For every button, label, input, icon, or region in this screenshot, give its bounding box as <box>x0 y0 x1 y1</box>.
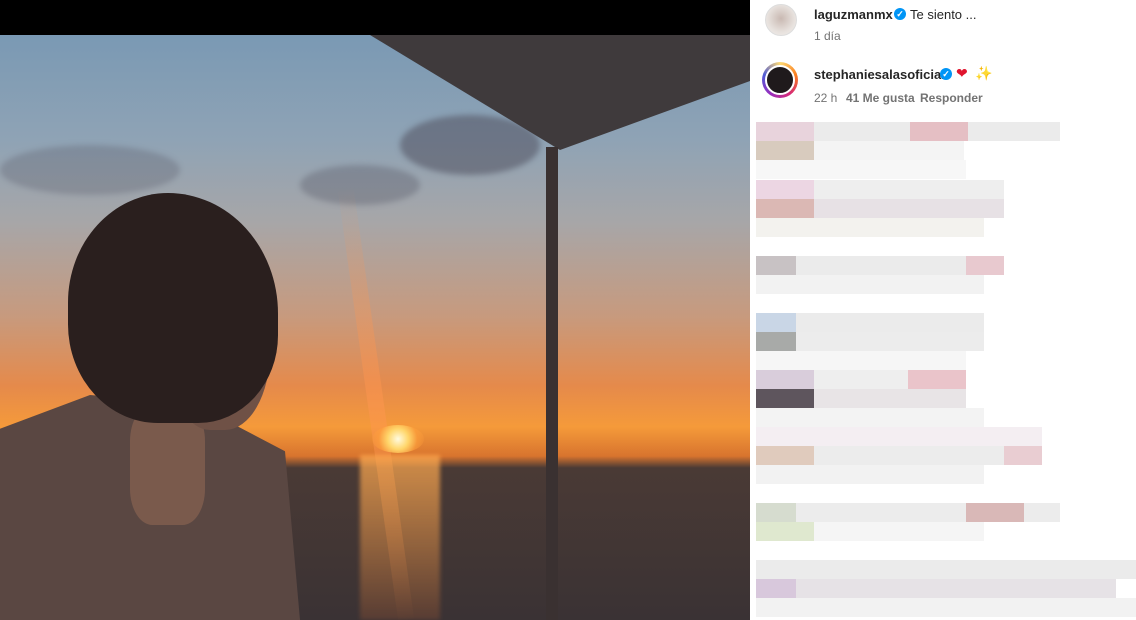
comment-2: stephaniesalasoficial ✓ ❤ ✨ 22 h 41 Me g… <box>750 55 1136 110</box>
blurred-row <box>966 256 1004 275</box>
blurred-row <box>910 122 968 141</box>
blurred-row <box>756 522 814 541</box>
sun <box>372 425 424 453</box>
comment-1: laguzmanmx ✓ Te siento ... 1 día <box>750 0 1136 50</box>
blurred-row <box>756 465 984 484</box>
blurred-row <box>756 503 796 522</box>
blurred-row <box>756 351 966 370</box>
blurred-row <box>966 503 1024 522</box>
blurred-row <box>756 332 796 351</box>
blurred-row <box>756 408 984 427</box>
comment-username[interactable]: stephaniesalasoficial <box>814 67 945 82</box>
verified-icon: ✓ <box>894 8 906 20</box>
post-photo-pane <box>0 0 750 620</box>
cloud <box>0 145 180 195</box>
avatar[interactable] <box>765 4 797 36</box>
post-photo <box>0 35 750 620</box>
blurred-row <box>756 446 814 465</box>
canopy-pole <box>546 147 558 620</box>
comment-username[interactable]: laguzmanmx <box>814 7 893 22</box>
blurred-row <box>756 141 814 160</box>
person-hair <box>68 193 278 423</box>
blurred-row <box>1004 446 1042 465</box>
blurred-row <box>756 560 1136 579</box>
comment-time: 1 día <box>814 29 841 43</box>
blurred-row <box>756 256 796 275</box>
blurred-row <box>756 313 796 332</box>
blurred-row <box>756 427 1042 446</box>
comment-time: 22 h <box>814 91 838 105</box>
sparkles-icon: ✨ <box>975 65 993 81</box>
reply-button[interactable]: Responder <box>920 91 983 105</box>
blurred-row <box>756 122 814 141</box>
blurred-row <box>756 275 984 294</box>
avatar[interactable] <box>765 65 795 95</box>
blurred-row <box>756 579 796 598</box>
blurred-row <box>814 141 964 160</box>
cloud <box>300 165 420 205</box>
comment-likes[interactable]: 41 Me gusta <box>846 91 915 105</box>
blurred-row <box>756 218 984 237</box>
verified-icon: ✓ <box>940 68 952 80</box>
blurred-row <box>756 160 966 179</box>
blurred-row <box>756 598 1136 617</box>
blurred-row <box>756 370 814 389</box>
heart-icon: ❤ <box>956 65 968 81</box>
blurred-row <box>814 522 984 541</box>
blurred-row <box>756 199 814 218</box>
comment-text: Te siento ... <box>910 7 977 22</box>
sea-glare <box>360 455 440 620</box>
blurred-row <box>756 180 814 199</box>
blurred-row <box>908 370 966 389</box>
blurred-row <box>756 389 814 408</box>
blurred-row <box>756 579 1116 598</box>
